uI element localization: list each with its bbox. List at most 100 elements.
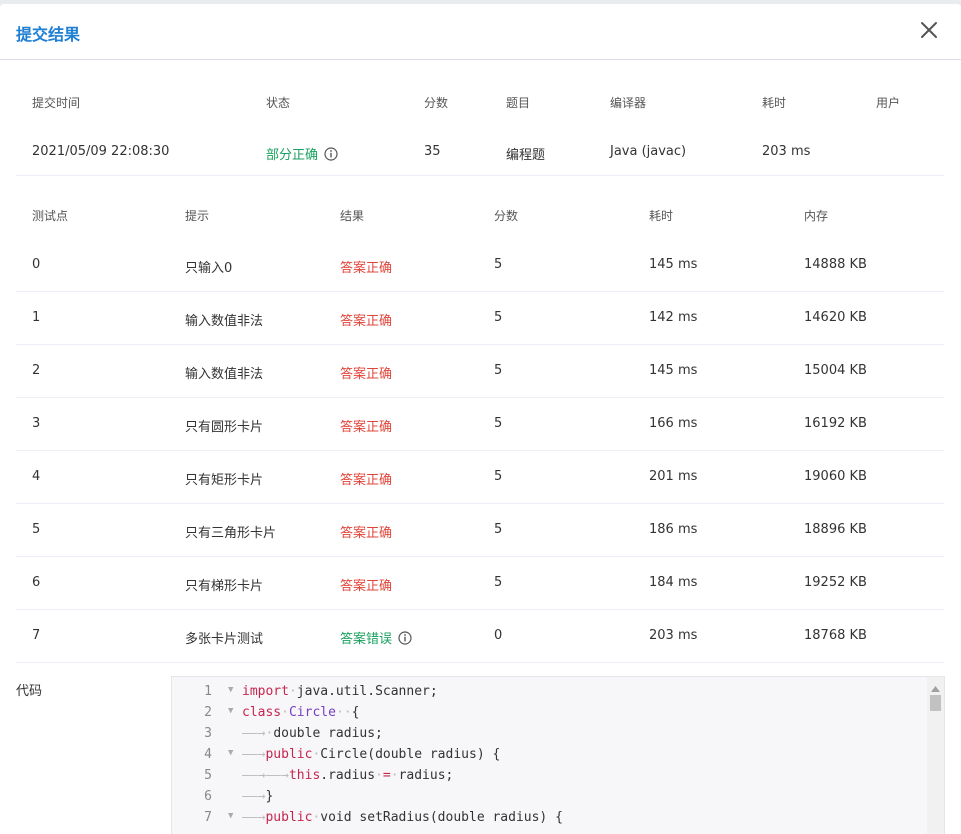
case-result-text: 答案错误 (340, 632, 393, 647)
case-result-wrong[interactable]: 答案错误 (340, 628, 412, 649)
case-time: 184 ms (649, 575, 698, 590)
case-id: 6 (32, 575, 41, 590)
case-time: 203 ms (649, 628, 698, 643)
code-line: 5 ——→——→this.radius·=·radius; (172, 765, 926, 786)
case-hint: 输入数值非法 (185, 314, 264, 329)
line-number: 5 (204, 768, 212, 783)
code-text: ——→——→this.radius·=·radius; (242, 768, 454, 783)
case-id: 2 (32, 363, 41, 378)
case-score: 5 (494, 310, 503, 325)
case-id: 1 (32, 310, 41, 325)
line-number: 3 (204, 726, 212, 741)
case-result: 答案正确 (340, 473, 393, 488)
header-elapsed: 耗时 (762, 96, 787, 110)
case-result: 答案正确 (340, 526, 393, 541)
case-memory: 18896 KB (804, 522, 867, 537)
col-hint: 提示 (185, 209, 210, 223)
case-hint: 只有矩形卡片 (185, 473, 264, 488)
col-case: 测试点 (32, 209, 69, 223)
case-result: 答案正确 (340, 314, 393, 329)
test-case-table: 测试点 提示 结果 分数 耗时 内存 0 只输入0 答案正确 5 145 ms … (16, 189, 944, 663)
line-number: 6 (204, 789, 212, 804)
submit-time-value: 2021/05/09 22:08:30 (32, 144, 170, 159)
col-result: 结果 (340, 209, 365, 223)
fold-arrow-icon[interactable]: ▼ (228, 748, 233, 758)
case-score: 5 (494, 416, 503, 431)
header-submit-time: 提交时间 (32, 96, 81, 110)
case-id: 3 (32, 416, 41, 431)
case-time: 145 ms (649, 363, 698, 378)
case-hint: 输入数值非法 (185, 367, 264, 382)
case-score: 0 (494, 628, 503, 643)
line-number: 2 (204, 705, 212, 720)
case-hint: 只有梯形卡片 (185, 579, 264, 594)
line-number: 7 (204, 810, 212, 825)
table-row: 0 只输入0 答案正确 5 145 ms 14888 KB (16, 239, 944, 292)
table-row: 4 只有矩形卡片 答案正确 5 201 ms 19060 KB (16, 451, 944, 504)
case-hint: 只有圆形卡片 (185, 420, 264, 435)
table-row: 5 只有三角形卡片 答案正确 5 186 ms 18896 KB (16, 504, 944, 557)
close-button[interactable] (919, 20, 939, 40)
case-memory: 14620 KB (804, 310, 867, 325)
case-result: 答案正确 (340, 420, 393, 435)
case-id: 4 (32, 469, 41, 484)
code-line: 3 ——→·double radius; (172, 723, 926, 744)
case-id: 5 (32, 522, 41, 537)
dialog-title: 提交结果 (16, 25, 81, 44)
case-memory: 15004 KB (804, 363, 867, 378)
code-line: 4 ▼ ——→public·Circle(double radius) { (172, 744, 926, 765)
case-memory: 19060 KB (804, 469, 867, 484)
scroll-up-icon[interactable] (931, 681, 940, 696)
case-score: 5 (494, 469, 503, 484)
case-memory: 14888 KB (804, 257, 867, 272)
header-score: 分数 (424, 96, 449, 110)
case-memory: 16192 KB (804, 416, 867, 431)
header-problem: 题目 (506, 96, 531, 110)
fold-arrow-icon[interactable]: ▼ (228, 706, 233, 716)
code-line: 7 ▼ ——→public·void setRadius(double radi… (172, 807, 926, 828)
table-header-row: 测试点 提示 结果 分数 耗时 内存 (16, 189, 944, 239)
code-line: 1 ▼ import·java.util.Scanner; (172, 681, 926, 702)
table-row: 2 输入数值非法 答案正确 5 145 ms 15004 KB (16, 345, 944, 398)
scrollbar-thumb[interactable] (930, 695, 941, 711)
case-time: 166 ms (649, 416, 698, 431)
case-id: 0 (32, 257, 41, 272)
status-text: 部分正确 (266, 148, 319, 163)
code-text: ——→} (242, 789, 274, 804)
code-text: ——→public·Circle(double radius) { (242, 747, 501, 762)
case-result: 答案正确 (340, 579, 393, 594)
case-score: 5 (494, 257, 503, 272)
problem-value: 编程题 (506, 148, 546, 163)
code-line: 2 ▼ class·Circle··{ (172, 702, 926, 723)
info-icon[interactable] (398, 631, 412, 649)
dialog-header: 提交结果 (0, 4, 961, 60)
col-time: 耗时 (649, 209, 674, 223)
case-time: 186 ms (649, 522, 698, 537)
fold-arrow-icon[interactable]: ▼ (228, 811, 233, 821)
case-hint: 只有三角形卡片 (185, 526, 277, 541)
fold-arrow-icon[interactable]: ▼ (228, 685, 233, 695)
case-id: 7 (32, 628, 41, 643)
code-editor[interactable]: 1 ▼ import·java.util.Scanner; 2 ▼ class·… (171, 676, 945, 834)
case-score: 5 (494, 575, 503, 590)
score-value: 35 (424, 144, 441, 159)
header-status: 状态 (266, 96, 291, 110)
case-score: 5 (494, 522, 503, 537)
elapsed-value: 203 ms (762, 144, 811, 159)
case-time: 201 ms (649, 469, 698, 484)
submission-summary: 提交时间 状态 分数 题目 编译器 耗时 用户 2021/05/09 22:08… (16, 72, 944, 176)
case-hint: 只输入0 (185, 261, 233, 276)
table-row: 3 只有圆形卡片 答案正确 5 166 ms 16192 KB (16, 398, 944, 451)
compiler-value: Java (javac) (610, 144, 687, 159)
editor-scrollbar[interactable] (927, 677, 944, 834)
table-row: 1 输入数值非法 答案正确 5 142 ms 14620 KB (16, 292, 944, 345)
case-result: 答案正确 (340, 261, 393, 276)
col-score: 分数 (494, 209, 519, 223)
status-value[interactable]: 部分正确 (266, 144, 338, 165)
info-icon[interactable] (324, 147, 338, 165)
case-memory: 19252 KB (804, 575, 867, 590)
table-row: 6 只有梯形卡片 答案正确 5 184 ms 19252 KB (16, 557, 944, 610)
table-row: 7 多张卡片测试 答案错误 0 203 ms 18768 KB (16, 610, 944, 663)
code-line: 6 ——→} (172, 786, 926, 807)
case-result: 答案正确 (340, 367, 393, 382)
